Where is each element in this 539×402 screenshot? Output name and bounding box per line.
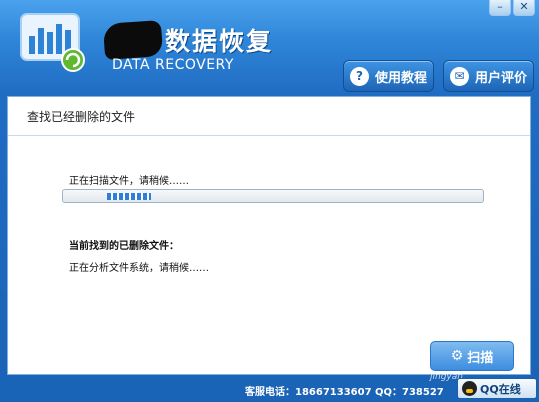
app-window: – ✕ 数据恢复 DATA RECOVERY ? 使用教程 ✉ 用户评价 查找已… xyxy=(0,0,539,402)
app-title: 数据恢复 xyxy=(165,27,274,56)
app-subtitle: DATA RECOVERY xyxy=(112,57,234,73)
scan-progress-bar xyxy=(62,189,484,203)
logo-badge xyxy=(102,20,164,60)
close-button[interactable]: ✕ xyxy=(513,0,535,16)
qq-online-button[interactable]: QQ在线 xyxy=(457,378,537,399)
help-tutorial-button[interactable]: ? 使用教程 xyxy=(343,60,434,92)
scan-button-label: 扫描 xyxy=(467,350,494,366)
main-panel: 查找已经删除的文件 正在扫描文件，请稍候…… 当前找到的已删除文件： 正在分析文… xyxy=(7,96,531,375)
question-icon: ? xyxy=(350,66,369,86)
progress-indicator xyxy=(107,193,151,200)
user-review-button[interactable]: ✉ 用户评价 xyxy=(443,60,534,92)
user-review-label: 用户评价 xyxy=(475,70,528,86)
panel-heading: 查找已经删除的文件 xyxy=(27,110,136,124)
analyze-status-text: 正在分析文件系统，请稍候…… xyxy=(69,263,209,274)
app-logo-icon xyxy=(20,13,85,72)
minimize-button[interactable]: – xyxy=(489,0,511,16)
scan-button[interactable]: ⚙ 扫描 xyxy=(430,341,514,371)
message-icon: ✉ xyxy=(450,66,469,86)
scan-status-text: 正在扫描文件，请稍候…… xyxy=(69,176,189,187)
qq-online-label: QQ在线 xyxy=(480,382,521,396)
window-controls: – ✕ xyxy=(489,0,535,16)
divider xyxy=(8,135,530,136)
help-tutorial-label: 使用教程 xyxy=(375,70,428,86)
found-files-label: 当前找到的已删除文件： xyxy=(69,241,179,252)
scan-icon: ⚙ xyxy=(450,348,464,364)
qq-icon xyxy=(462,381,477,396)
contact-info: 客服电话：18667133607 QQ：738527 xyxy=(245,387,444,398)
